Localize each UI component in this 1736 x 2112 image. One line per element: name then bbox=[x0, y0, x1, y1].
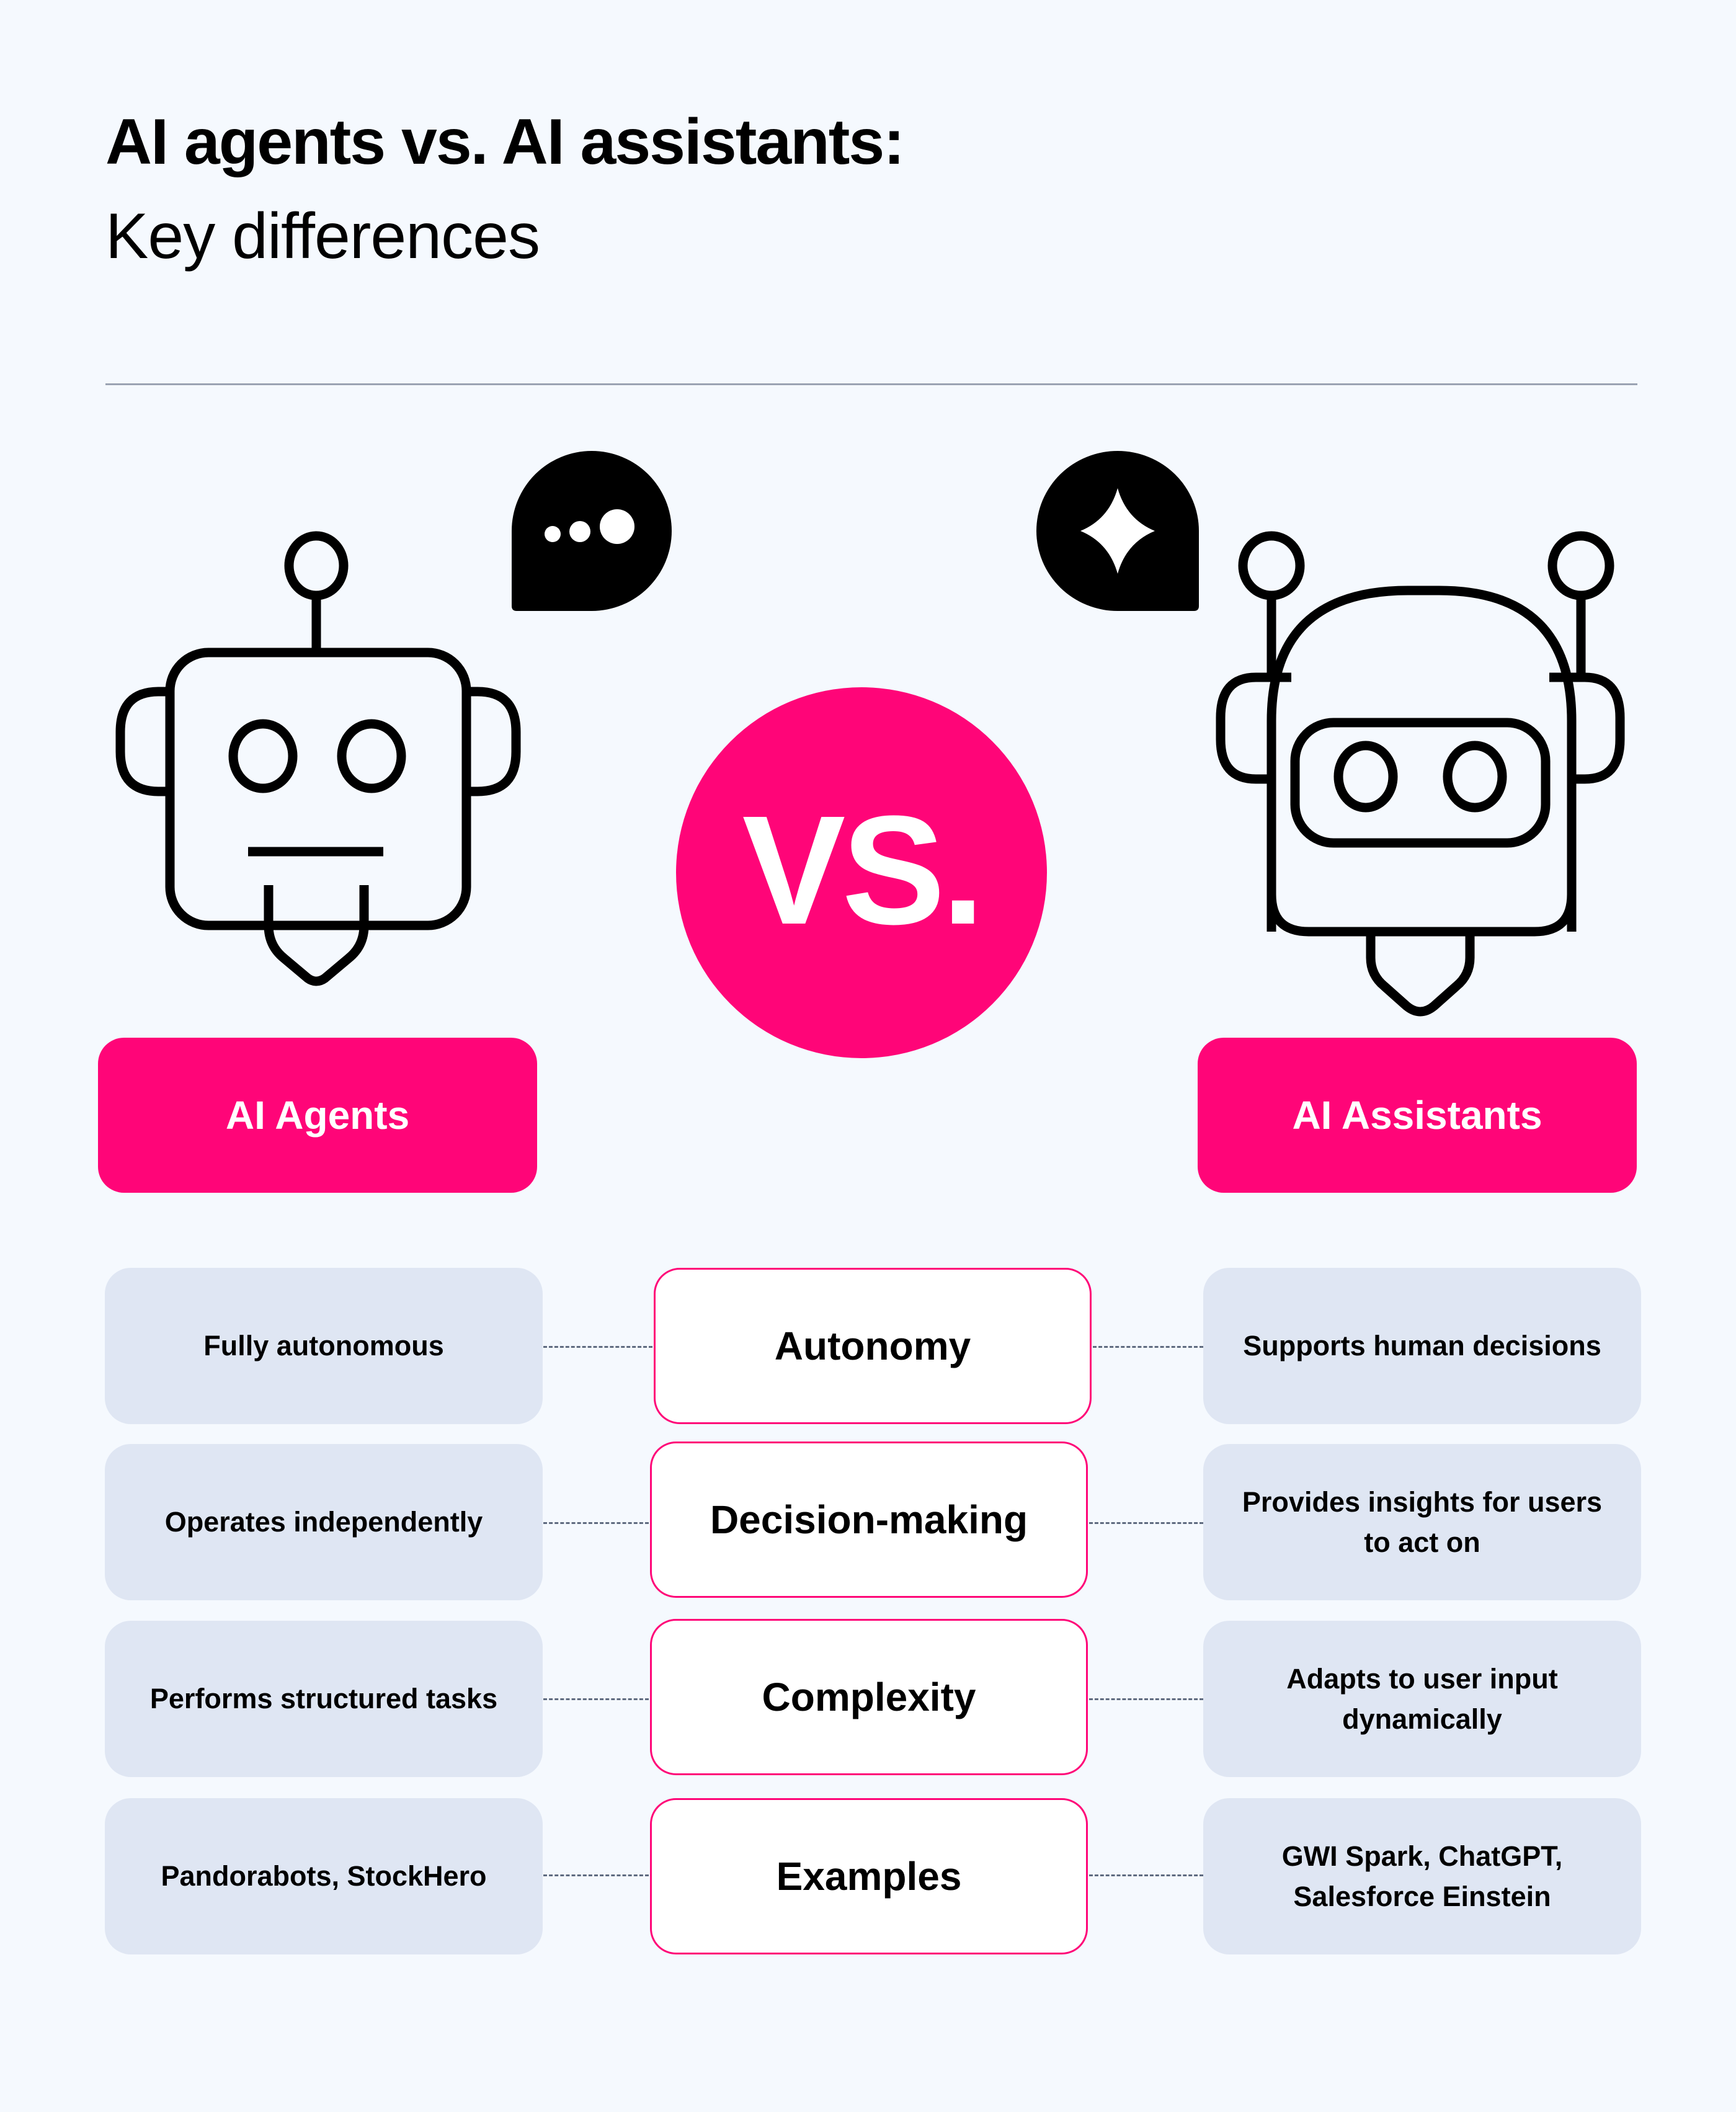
assistants-cell-autonomy: Supports human decisions bbox=[1203, 1268, 1641, 1424]
connector-right-autonomy bbox=[1093, 1346, 1203, 1348]
right-eye bbox=[1443, 741, 1507, 813]
robot-head bbox=[1266, 586, 1577, 932]
robot-neck bbox=[1366, 932, 1475, 1017]
speech-bubble-typing-dots-icon bbox=[512, 451, 672, 611]
left-antenna-ball bbox=[1238, 531, 1305, 600]
left-eye bbox=[228, 719, 298, 793]
assistants-cell-complexity: Adapts to user input dynamically bbox=[1203, 1621, 1641, 1777]
connector-left-examples bbox=[543, 1874, 649, 1876]
assistants-cell-examples: GWI Spark, ChatGPT, Salesforce Einstein bbox=[1203, 1798, 1641, 1954]
criterion-cell-examples: Examples bbox=[650, 1798, 1088, 1954]
visor bbox=[1290, 718, 1551, 848]
agents-cell-examples: Pandorabots, StockHero bbox=[105, 1798, 543, 1954]
antenna-ball bbox=[284, 531, 349, 600]
agents-cell-decision-making: Operates independently bbox=[105, 1444, 543, 1600]
connector-left-decision-making bbox=[543, 1522, 649, 1524]
connector-left-autonomy bbox=[543, 1346, 652, 1348]
right-ear bbox=[1549, 672, 1625, 784]
vs-label: VS. bbox=[742, 783, 985, 956]
connector-right-examples bbox=[1089, 1874, 1203, 1876]
square-robot-icon bbox=[115, 531, 521, 986]
agents-cell-autonomy: Fully autonomous bbox=[105, 1268, 543, 1424]
helmet-robot-icon bbox=[1216, 531, 1625, 1017]
left-ear bbox=[115, 687, 170, 796]
criterion-cell-decision-making: Decision-making bbox=[650, 1441, 1088, 1598]
right-antenna-ball bbox=[1547, 531, 1614, 600]
robot-head-bottom bbox=[1266, 894, 1577, 937]
connector-left-complexity bbox=[543, 1698, 649, 1700]
page-title: AI agents vs. AI assistants: bbox=[105, 106, 905, 178]
column-header-ai-agents: AI Agents bbox=[98, 1038, 537, 1193]
robot-neck bbox=[264, 885, 369, 986]
typing-dot-small bbox=[545, 526, 561, 542]
typing-dot-large bbox=[600, 509, 634, 544]
typing-dot-medium bbox=[569, 521, 590, 542]
connector-right-decision-making bbox=[1089, 1522, 1203, 1524]
connector-right-complexity bbox=[1089, 1698, 1203, 1700]
criterion-cell-autonomy: Autonomy bbox=[654, 1268, 1092, 1424]
left-ear bbox=[1216, 672, 1291, 784]
speech-bubble-sparkle-icon bbox=[1036, 451, 1199, 611]
criterion-cell-complexity: Complexity bbox=[650, 1619, 1088, 1775]
column-header-ai-assistants: AI Assistants bbox=[1198, 1038, 1637, 1193]
left-eye bbox=[1333, 741, 1398, 813]
right-eye bbox=[337, 719, 406, 793]
header-divider bbox=[105, 383, 1637, 385]
right-ear bbox=[466, 687, 521, 796]
page-subtitle: Key differences bbox=[105, 200, 540, 272]
robot-head bbox=[165, 648, 471, 930]
vs-badge: VS. bbox=[676, 687, 1047, 1058]
assistants-cell-decision-making: Provides insights for users to act on bbox=[1203, 1444, 1641, 1600]
agents-cell-complexity: Performs structured tasks bbox=[105, 1621, 543, 1777]
